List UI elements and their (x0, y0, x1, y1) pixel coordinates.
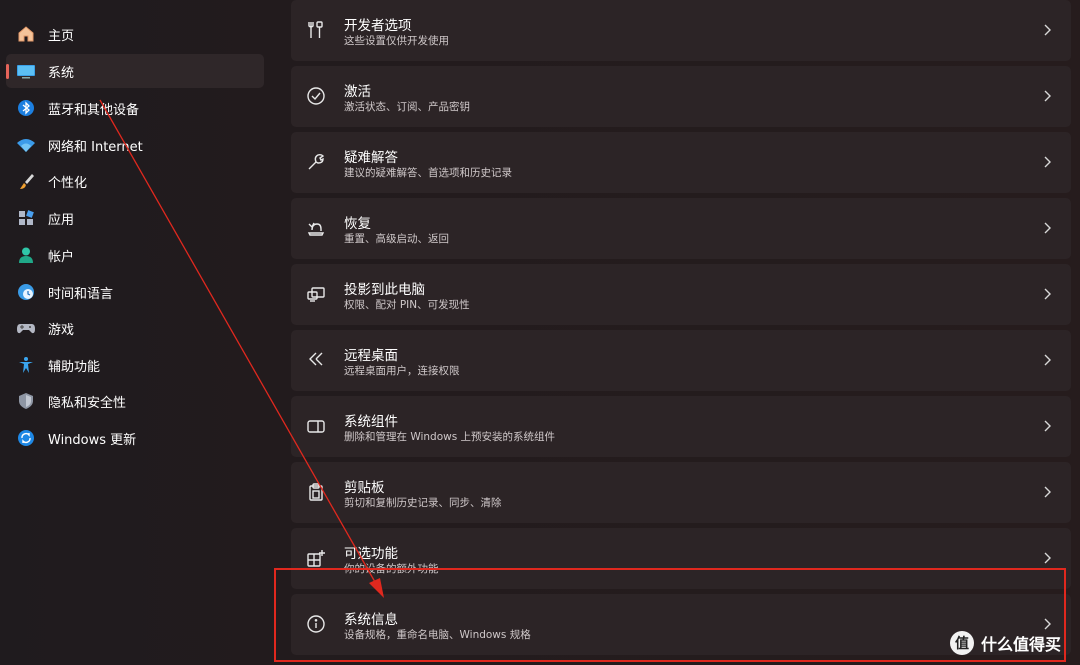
watermark: 值 什么值得买 (950, 628, 1061, 658)
setting-title: 远程桌面 (344, 348, 398, 364)
sidebar-item-label: 时间和语言 (48, 287, 114, 302)
chevron-right-icon (1044, 420, 1051, 432)
sidebar-item-windows-update[interactable]: Windows 更新 (6, 421, 264, 455)
chevron-right-icon (1044, 222, 1051, 234)
setting-title: 激活 (344, 84, 371, 100)
chevron-right-icon (1044, 288, 1051, 300)
sidebar-item-label: 应用 (48, 213, 75, 228)
setting-developer-options[interactable]: 开发者选项 这些设置仅供开发使用 (291, 0, 1071, 61)
remote-desktop-icon (305, 349, 327, 371)
setting-title: 恢复 (344, 216, 371, 232)
setting-title: 可选功能 (344, 546, 398, 562)
chevron-right-icon (1044, 552, 1051, 564)
globe-clock-icon (16, 282, 36, 302)
sidebar-item-accessibility[interactable]: 辅助功能 (6, 348, 264, 382)
setting-title: 开发者选项 (344, 18, 412, 34)
sidebar-item-label: 辅助功能 (48, 360, 101, 375)
sidebar-item-label: Windows 更新 (48, 433, 137, 448)
developer-tools-icon (305, 19, 327, 41)
chevron-right-icon (1044, 486, 1051, 498)
chevron-right-icon (1044, 156, 1051, 168)
settings-list: 开发者选项 这些设置仅供开发使用 激活 激活状态、订阅、产品密钥 疑难解答 建议… (291, 0, 1071, 665)
home-icon (16, 24, 36, 44)
sidebar-item-label: 游戏 (48, 323, 75, 338)
wrench-icon (305, 151, 327, 173)
setting-title: 系统组件 (344, 414, 398, 430)
sidebar-item-label: 个性化 (48, 176, 88, 191)
brush-icon (16, 171, 36, 191)
sidebar-item-label: 网络和 Internet (48, 140, 143, 155)
watermark-logo: 值 (950, 631, 974, 655)
setting-subtitle: 远程桌面用户，连接权限 (344, 365, 460, 377)
setting-title: 剪贴板 (344, 480, 385, 496)
setting-recovery[interactable]: 恢复 重置、高级启动、返回 (291, 198, 1071, 259)
sidebar-item-accounts[interactable]: 帐户 (6, 238, 264, 272)
accessibility-icon (16, 355, 36, 375)
setting-title: 疑难解答 (344, 150, 398, 166)
setting-project-to-pc[interactable]: 投影到此电脑 权限、配对 PIN、可发现性 (291, 264, 1071, 325)
shield-icon (16, 391, 36, 411)
gamepad-icon (16, 318, 36, 338)
setting-system-components[interactable]: 系统组件 删除和管理在 Windows 上预安装的系统组件 (291, 396, 1071, 457)
components-icon (305, 415, 327, 437)
optional-features-icon (305, 547, 327, 569)
setting-clipboard[interactable]: 剪贴板 剪切和复制历史记录、同步、清除 (291, 462, 1071, 523)
watermark-text: 什么值得买 (981, 635, 1062, 654)
setting-subtitle: 删除和管理在 Windows 上预安装的系统组件 (344, 431, 556, 443)
check-circle-icon (305, 85, 327, 107)
setting-subtitle: 激活状态、订阅、产品密钥 (344, 101, 470, 113)
sidebar-item-gaming[interactable]: 游戏 (6, 311, 264, 345)
navigation-sidebar: 主页 系统 蓝牙和其他设备 网络和 Internet 个性化 应用 帐户 时间和… (0, 0, 275, 665)
chevron-right-icon (1044, 90, 1051, 102)
sidebar-item-label: 主页 (48, 29, 75, 44)
apps-icon (16, 208, 36, 228)
sidebar-item-home[interactable]: 主页 (6, 17, 264, 51)
setting-title: 投影到此电脑 (344, 282, 425, 298)
setting-subtitle: 建议的疑难解答、首选项和历史记录 (344, 167, 512, 179)
sidebar-item-privacy[interactable]: 隐私和安全性 (6, 384, 264, 418)
sidebar-item-time-language[interactable]: 时间和语言 (6, 275, 264, 309)
sidebar-item-apps[interactable]: 应用 (6, 201, 264, 235)
setting-subtitle: 权限、配对 PIN、可发现性 (344, 299, 470, 311)
sidebar-item-label: 帐户 (48, 250, 75, 265)
project-icon (305, 283, 327, 305)
sidebar-item-network[interactable]: 网络和 Internet (6, 128, 264, 162)
bluetooth-icon (16, 98, 36, 118)
setting-remote-desktop[interactable]: 远程桌面 远程桌面用户，连接权限 (291, 330, 1071, 391)
setting-troubleshoot[interactable]: 疑难解答 建议的疑难解答、首选项和历史记录 (291, 132, 1071, 193)
active-indicator (6, 64, 9, 79)
chevron-right-icon (1044, 24, 1051, 36)
sidebar-item-label: 蓝牙和其他设备 (48, 103, 140, 118)
chevron-right-icon (1044, 354, 1051, 366)
annotation-highlight-box (274, 568, 1066, 662)
account-icon (16, 245, 36, 265)
recovery-icon (305, 217, 327, 239)
sidebar-item-label: 隐私和安全性 (48, 396, 127, 411)
setting-activation[interactable]: 激活 激活状态、订阅、产品密钥 (291, 66, 1071, 127)
setting-subtitle: 重置、高级启动、返回 (344, 233, 449, 245)
setting-subtitle: 这些设置仅供开发使用 (344, 35, 449, 47)
sidebar-item-bluetooth[interactable]: 蓝牙和其他设备 (6, 91, 264, 125)
sidebar-item-label: 系统 (48, 66, 75, 81)
sidebar-item-system[interactable]: 系统 (6, 54, 264, 88)
system-monitor-icon (16, 61, 36, 81)
setting-subtitle: 剪切和复制历史记录、同步、清除 (344, 497, 502, 509)
clipboard-icon (305, 481, 327, 503)
sidebar-item-personalization[interactable]: 个性化 (6, 164, 264, 198)
wifi-icon (16, 135, 36, 155)
update-icon (16, 428, 36, 448)
